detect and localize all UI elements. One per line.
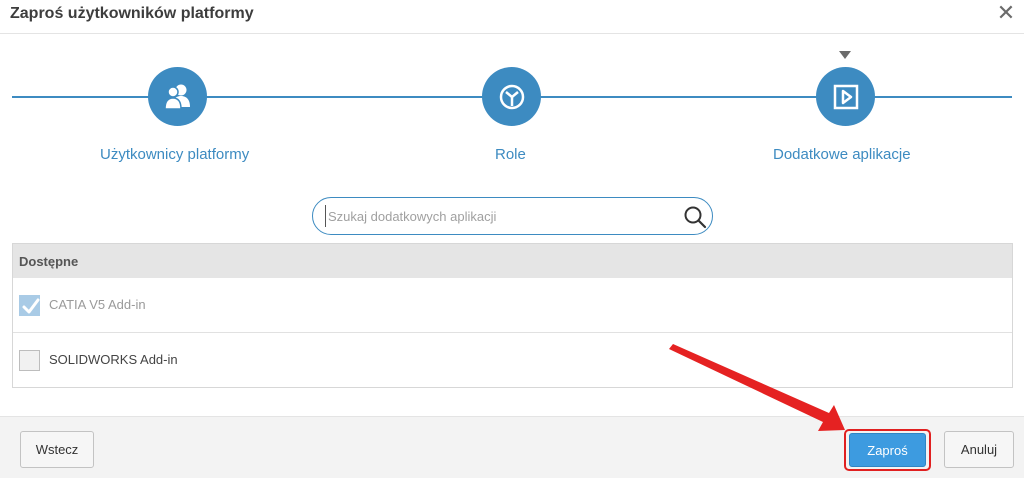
table-row[interactable]: SOLIDWORKS Add-in [13,333,1012,388]
step-addons-label[interactable]: Dodatkowe aplikacje [773,146,911,163]
checkbox-solidworks[interactable] [19,350,40,371]
cancel-button[interactable]: Anuluj [944,431,1014,468]
checkbox-catia[interactable] [19,295,40,316]
step-users[interactable] [148,67,207,126]
close-icon[interactable]: ✕ [994,2,1018,26]
row-label: CATIA V5 Add-in [49,297,146,312]
apps-table: Dostępne CATIA V5 Add-in SOLIDWORKS Add-… [12,243,1013,388]
active-step-indicator [839,51,851,59]
search-box [312,197,713,235]
dialog-footer: Wstecz Zaproś Anuluj [0,416,1024,478]
users-icon [163,84,190,110]
row-label: SOLIDWORKS Add-in [49,352,178,367]
invite-button[interactable]: Zaproś [849,433,926,467]
back-button[interactable]: Wstecz [20,431,94,468]
table-row[interactable]: CATIA V5 Add-in [13,278,1012,333]
step-addons[interactable] [816,67,875,126]
app-play-icon [833,84,858,109]
table-header: Dostępne [13,244,1012,278]
role-icon [499,84,524,109]
checkmark-icon [22,298,40,314]
search-input[interactable] [325,205,675,227]
table-header-label: Dostępne [19,254,79,269]
dialog-header: Zaproś użytkowników platformy ✕ [0,0,1024,34]
search-icon[interactable] [683,205,707,229]
dialog-title: Zaproś użytkowników platformy [10,5,254,22]
step-users-label[interactable]: Użytkownicy platformy [100,146,249,163]
invite-button-highlight: Zaproś [844,429,931,471]
step-role-label[interactable]: Role [495,146,526,163]
step-role[interactable] [482,67,541,126]
